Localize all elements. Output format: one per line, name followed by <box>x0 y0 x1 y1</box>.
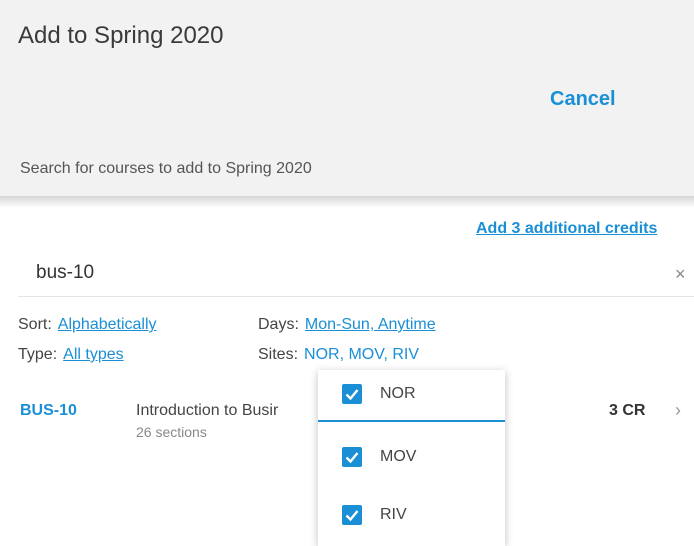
search-input[interactable] <box>36 258 596 288</box>
sort-filter: Sort: Alphabetically <box>18 316 157 334</box>
site-option-mov[interactable]: MOV <box>318 433 505 483</box>
checkbox-checked-icon[interactable] <box>342 505 362 525</box>
add-credits-link[interactable]: Add 3 additional credits <box>476 220 657 238</box>
site-option-label: MOV <box>380 448 417 465</box>
days-label: Days: <box>258 316 299 333</box>
sites-link[interactable]: NOR, MOV, RIV <box>304 346 419 363</box>
site-option-riv[interactable]: RIV <box>318 491 505 541</box>
page-title: Add to Spring 2020 <box>18 22 224 49</box>
cancel-button[interactable]: Cancel <box>550 88 616 111</box>
search-bar: × <box>18 252 694 297</box>
sites-filter: Sites: NOR, MOV, RIV <box>258 346 419 364</box>
modal-header: Add to Spring 2020 Cancel Search for cou… <box>0 0 694 196</box>
type-link[interactable]: All types <box>63 346 123 363</box>
course-title: Introduction to Busir <box>136 402 279 419</box>
course-sections: 26 sections <box>136 424 207 440</box>
header-divider <box>0 196 694 208</box>
days-link[interactable]: Mon-Sun, Anytime <box>305 316 436 333</box>
course-code[interactable]: BUS-10 <box>20 402 77 420</box>
sort-label: Sort: <box>18 316 52 333</box>
chevron-right-icon[interactable]: › <box>675 400 681 421</box>
days-filter: Days: Mon-Sun, Anytime <box>258 316 436 334</box>
course-credits: 3 CR <box>609 402 646 419</box>
checkbox-checked-icon[interactable] <box>342 384 362 404</box>
site-option-nor[interactable]: NOR <box>318 370 505 422</box>
sites-label: Sites: <box>258 346 299 363</box>
site-option-label: NOR <box>380 385 416 402</box>
sites-dropdown: NOR MOV RIV <box>318 370 505 546</box>
site-option-label: RIV <box>380 506 407 523</box>
sort-link[interactable]: Alphabetically <box>58 316 157 333</box>
type-label: Type: <box>18 346 58 363</box>
header-subtitle: Search for courses to add to Spring 2020 <box>20 160 312 177</box>
close-icon[interactable]: × <box>675 264 686 285</box>
checkbox-checked-icon[interactable] <box>342 447 362 467</box>
type-filter: Type: All types <box>18 346 124 364</box>
